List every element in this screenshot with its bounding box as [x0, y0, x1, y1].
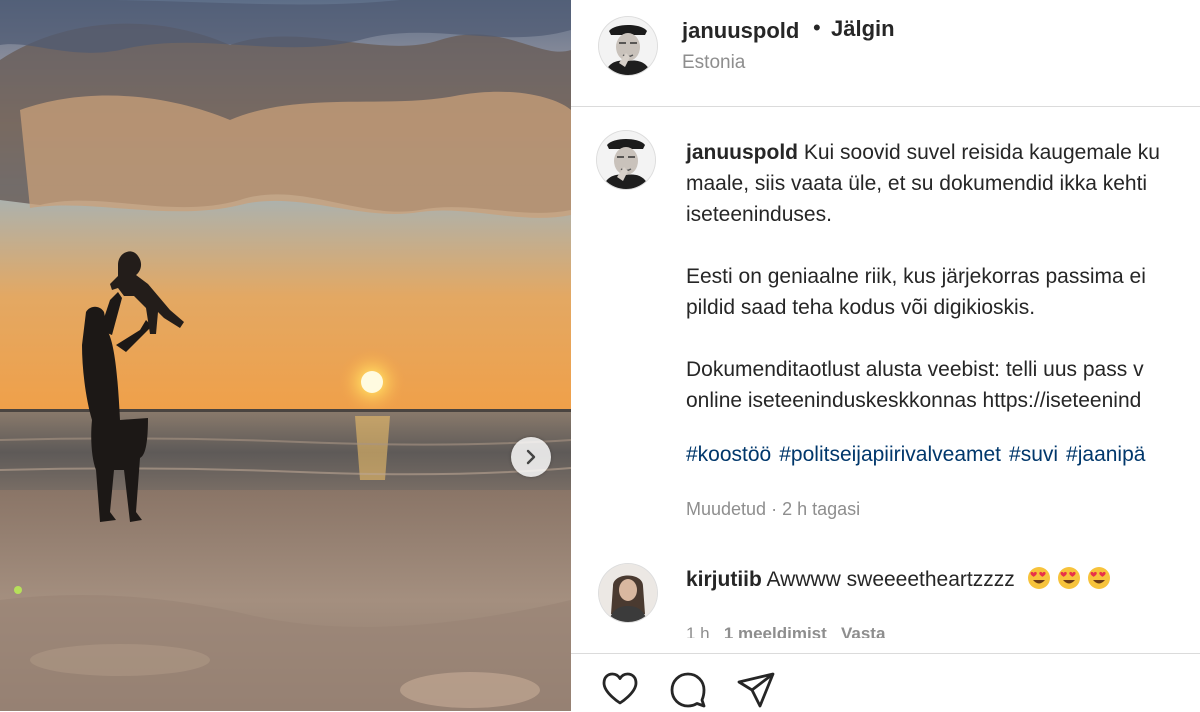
comment-text: Awwww sweeeetheartzzzz — [766, 568, 1015, 591]
reply-button[interactable]: Vasta — [841, 624, 885, 638]
post-photo — [0, 0, 571, 711]
chevron-right-icon — [526, 449, 536, 465]
comment-bubble-icon[interactable] — [667, 668, 709, 710]
comment: kirjutiib Awwww sweeeetheartzzzz — [686, 566, 1111, 592]
comment-meta: 1 h 1 meeldimist Vasta — [686, 624, 885, 638]
caption-line: online iseteeninduskeskkonnas https://is… — [686, 389, 1142, 412]
caption-text: januuspold Kui soovid suvel reisida kaug… — [686, 137, 1200, 416]
post-header: januuspold • Jälgin Estonia — [571, 0, 1200, 107]
paper-plane-icon[interactable] — [735, 668, 777, 710]
following-button[interactable]: Jälgin — [831, 16, 895, 42]
header-separator: • — [813, 15, 821, 40]
location-link[interactable]: Estonia — [682, 52, 745, 74]
caption-line — [686, 230, 1200, 261]
meta-separator: · — [771, 499, 778, 519]
action-bar — [571, 653, 1200, 712]
edited-label: Muudetud — [686, 499, 767, 519]
caption-username-link[interactable]: januuspold — [686, 141, 798, 164]
heart-icon[interactable] — [599, 668, 641, 710]
caption-line-text: Kui soovid suvel reisida kaugemale ku — [803, 141, 1160, 164]
caption-line: Dokumenditaotlust alusta veebist: telli … — [686, 358, 1144, 381]
caption-line: januuspold Kui soovid suvel reisida kaug… — [686, 137, 1200, 168]
comment-likes-link[interactable]: 1 meeldimist — [724, 624, 827, 638]
caption-line: pildid saad teha kodus või digikioskis. — [686, 296, 1036, 319]
heart-eyes-emoji-icon — [1057, 567, 1080, 589]
caption-meta: Muudetud · 2 h tagasi — [686, 499, 860, 520]
heart-eyes-emoji-icon — [1027, 567, 1050, 589]
caption-line: iseteeninduses. — [686, 203, 832, 226]
author-portrait-icon — [597, 131, 655, 189]
caption-line: Eesti on geniaalne riik, kus järjekorras… — [686, 265, 1146, 288]
comment-timestamp[interactable]: 1 h — [686, 624, 710, 638]
hashtag-list: #koostöö #politseijapiirivalveamet #suvi #j… — [686, 443, 1153, 467]
caption-line — [686, 323, 1200, 354]
hashtag-link[interactable]: #politseijapiirivalveamet — [779, 443, 1001, 466]
next-photo-button[interactable] — [511, 437, 551, 477]
hashtag-link[interactable]: #suvi — [1009, 443, 1058, 466]
author-avatar[interactable] — [599, 17, 657, 75]
author-username-link[interactable]: januuspold — [682, 18, 799, 44]
author-portrait-icon — [599, 17, 657, 75]
post-timestamp[interactable]: 2 h tagasi — [782, 499, 860, 519]
caption-area: januuspold Kui soovid suvel reisida kaug… — [571, 107, 1200, 627]
caption-author-avatar[interactable] — [597, 131, 655, 189]
heart-eyes-emoji-icon — [1087, 567, 1110, 589]
hashtag-link[interactable]: #koostöö — [686, 443, 771, 466]
commenter-portrait-icon — [599, 564, 657, 622]
commenter-avatar[interactable] — [599, 564, 657, 622]
caption-line: maale, siis vaata üle, et su dokumendid … — [686, 172, 1148, 195]
beach-sunset-photo — [0, 0, 571, 711]
hashtag-link[interactable]: #jaanipä — [1066, 443, 1145, 466]
post-side-panel: januuspold • Jälgin Estonia januuspold K… — [571, 0, 1200, 711]
commenter-username-link[interactable]: kirjutiib — [686, 568, 762, 591]
